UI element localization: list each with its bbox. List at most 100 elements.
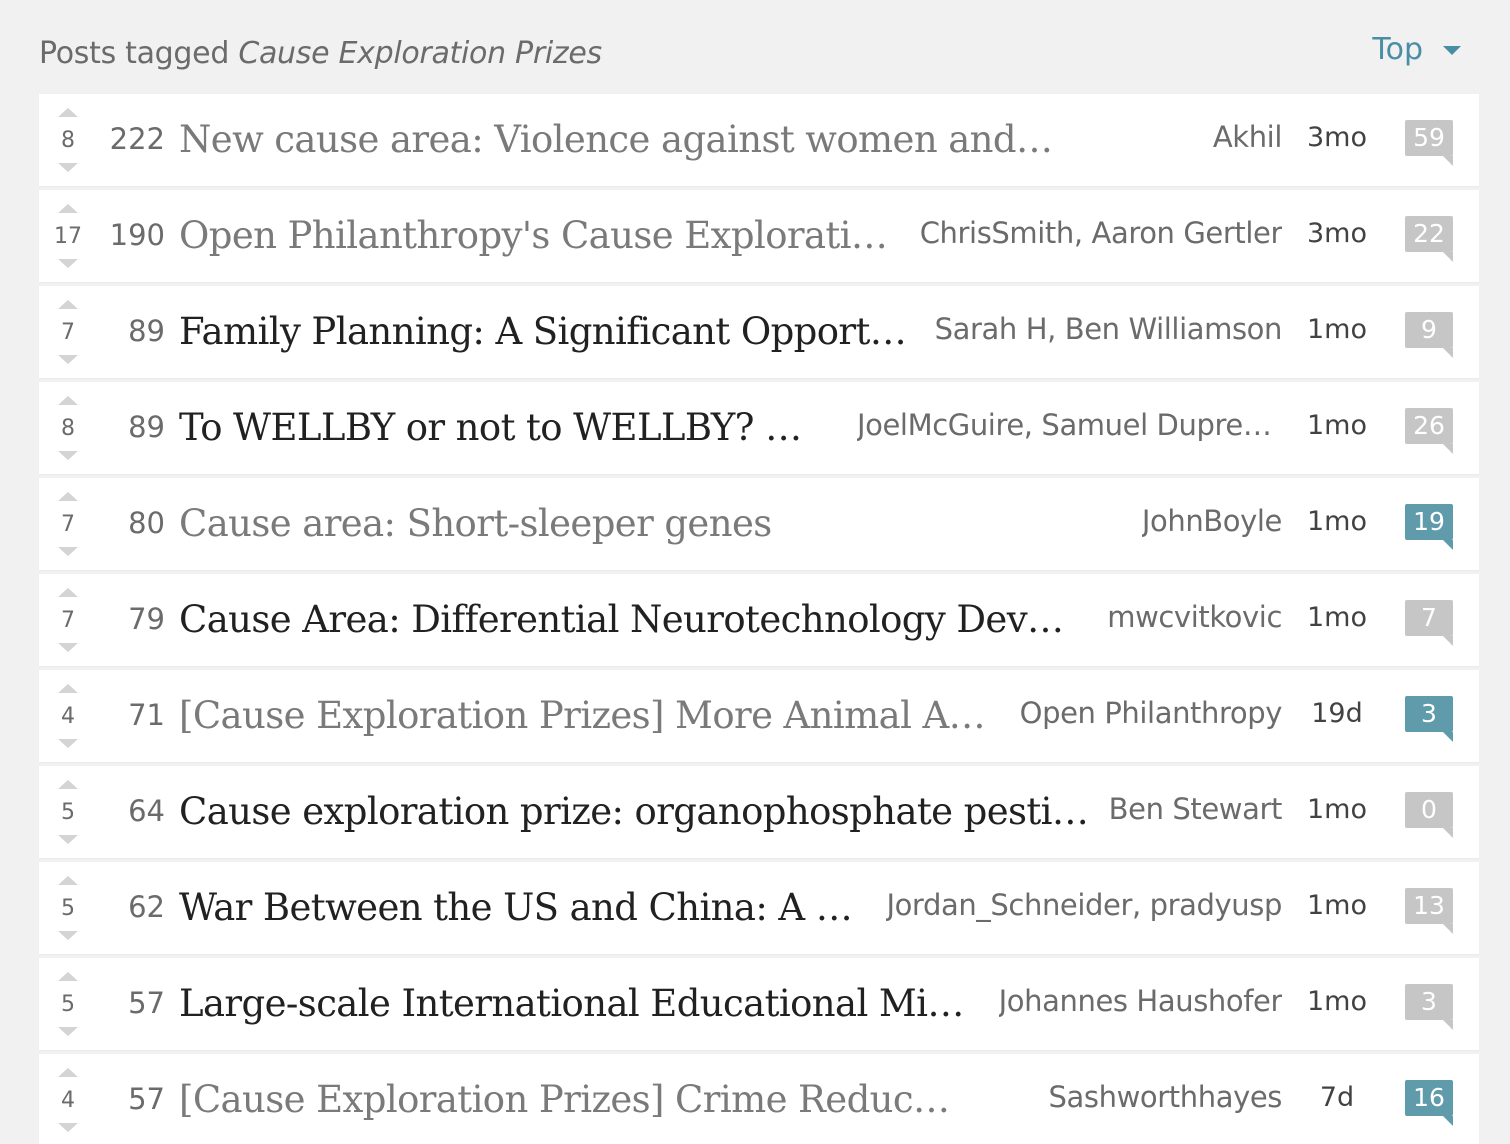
vote-count: 7 [61,608,75,633]
upvote-arrow-icon[interactable] [58,780,78,789]
sort-dropdown[interactable]: Top [1372,32,1461,67]
post-title-link[interactable]: Cause area: Short-sleeper genes [179,502,772,545]
posts-list: 8 222 New cause area: Violence against w… [39,94,1479,1144]
downvote-arrow-icon[interactable] [58,643,78,652]
vote-widget: 5 [53,776,83,848]
downvote-arrow-icon[interactable] [58,547,78,556]
page-title: Posts tagged Cause Exploration Prizes [39,36,602,71]
post-author-link[interactable]: Johannes Haushofer [999,984,1282,1018]
post-row[interactable]: 17 190 Open Philanthropy's Cause Explora… [39,190,1479,282]
post-row[interactable]: 4 71 [Cause Exploration Prizes] More Ani… [39,670,1479,762]
post-row[interactable]: 8 222 New cause area: Violence against w… [39,94,1479,186]
vote-widget: 17 [53,200,83,272]
post-age: 19d [1311,698,1363,729]
post-row[interactable]: 5 64 Cause exploration prize: organophos… [39,766,1479,858]
post-row[interactable]: 8 89 To WELLBY or not to WELLBY? Measuri… [39,382,1479,474]
vote-count: 5 [61,896,75,921]
vote-widget: 4 [53,680,83,752]
vote-widget: 8 [53,104,83,176]
post-title-link[interactable]: Open Philanthropy's Cause Exploration Pr… [179,214,907,257]
comment-count-button[interactable]: 26 [1405,408,1453,454]
comment-count-button[interactable]: 13 [1405,888,1453,934]
post-title-link[interactable]: [Cause Exploration Prizes] More Animal A… [179,694,987,737]
upvote-arrow-icon[interactable] [58,300,78,309]
post-author-link[interactable]: Sashworthhayes [1049,1080,1282,1114]
downvote-arrow-icon[interactable] [58,1027,78,1036]
comment-count-button[interactable]: 7 [1405,600,1453,646]
comment-count-button[interactable]: 22 [1405,216,1453,262]
upvote-arrow-icon[interactable] [58,1068,78,1077]
post-row[interactable]: 7 79 Cause Area: Differential Neurotechn… [39,574,1479,666]
post-title-link[interactable]: War Between the US and China: A case stu… [179,886,869,929]
karma-score: 79 [128,602,165,636]
karma-score: 64 [128,794,165,828]
post-age: 3mo [1307,122,1367,153]
post-title-link[interactable]: Cause exploration prize: organophosphate… [179,790,1089,833]
downvote-arrow-icon[interactable] [58,451,78,460]
post-title-link[interactable]: Large-scale International Educational Mi… [179,982,979,1025]
upvote-arrow-icon[interactable] [58,396,78,405]
post-author-link[interactable]: JoelMcGuire, Samuel Dupret, Michael Plan… [857,408,1282,442]
vote-widget: 7 [53,584,83,656]
post-row[interactable]: 5 57 Large-scale International Education… [39,958,1479,1050]
comment-count-button[interactable]: 3 [1405,696,1453,742]
post-row[interactable]: 4 57 [Cause Exploration Prizes] Crime Re… [39,1054,1479,1144]
upvote-arrow-icon[interactable] [58,588,78,597]
comment-count-button[interactable]: 59 [1405,120,1453,166]
comment-count-button[interactable]: 19 [1405,504,1453,550]
vote-widget: 7 [53,488,83,560]
upvote-arrow-icon[interactable] [58,492,78,501]
downvote-arrow-icon[interactable] [58,835,78,844]
post-row[interactable]: 7 89 Family Planning: A Significant Oppo… [39,286,1479,378]
post-title-link[interactable]: New cause area: Violence against women a… [179,118,1059,161]
post-age: 1mo [1307,410,1367,441]
post-title-link[interactable]: Cause Area: Differential Neurotechnology… [179,598,1079,641]
comment-bubble-tail [1443,444,1453,454]
downvote-arrow-icon[interactable] [58,739,78,748]
comment-bubble-icon: 0 [1405,792,1453,828]
upvote-arrow-icon[interactable] [58,684,78,693]
upvote-arrow-icon[interactable] [58,876,78,885]
vote-count: 17 [54,224,82,249]
downvote-arrow-icon[interactable] [58,355,78,364]
upvote-arrow-icon[interactable] [58,108,78,117]
post-age: 1mo [1307,314,1367,345]
post-author-link[interactable]: Akhil [1213,120,1282,154]
post-author-link[interactable]: ChrisSmith, Aaron Gertler [920,216,1282,250]
upvote-arrow-icon[interactable] [58,972,78,981]
post-author-link[interactable]: mwcvitkovic [1107,600,1282,634]
vote-count: 4 [61,704,75,729]
comment-bubble-icon: 9 [1405,312,1453,348]
downvote-arrow-icon[interactable] [58,1123,78,1132]
comment-bubble-icon: 13 [1405,888,1453,924]
post-author-link[interactable]: Open Philanthropy [1020,696,1282,730]
post-title-link[interactable]: Family Planning: A Significant Opportuni… [179,310,927,353]
vote-count: 4 [61,1088,75,1113]
comment-count-button[interactable]: 3 [1405,984,1453,1030]
downvote-arrow-icon[interactable] [58,259,78,268]
comment-count-button[interactable]: 0 [1405,792,1453,838]
comment-bubble-tail [1443,732,1453,742]
post-author-link[interactable]: JohnBoyle [1142,504,1282,538]
vote-widget: 7 [53,296,83,368]
vote-count: 7 [61,320,75,345]
comment-bubble-tail [1443,828,1453,838]
post-title-link[interactable]: [Cause Exploration Prizes] Crime Reducti… [179,1078,959,1121]
post-age: 1mo [1307,890,1367,921]
post-author-link[interactable]: Jordan_Schneider, pradyusp [886,888,1282,922]
comment-bubble-icon: 3 [1405,696,1453,732]
tag-name[interactable]: Cause Exploration Prizes [238,36,602,71]
post-row[interactable]: 5 62 War Between the US and China: A cas… [39,862,1479,954]
comment-count-button[interactable]: 9 [1405,312,1453,358]
downvote-arrow-icon[interactable] [58,163,78,172]
post-author-link[interactable]: Ben Stewart [1109,792,1282,826]
vote-count: 8 [61,128,75,153]
post-author-link[interactable]: Sarah H, Ben Williamson [935,312,1282,346]
vote-count: 5 [61,992,75,1017]
downvote-arrow-icon[interactable] [58,931,78,940]
post-age: 1mo [1307,794,1367,825]
upvote-arrow-icon[interactable] [58,204,78,213]
post-row[interactable]: 7 80 Cause area: Short-sleeper genes Joh… [39,478,1479,570]
comment-count-button[interactable]: 16 [1405,1080,1453,1126]
post-title-link[interactable]: To WELLBY or not to WELLBY? Measuring no… [179,406,819,449]
